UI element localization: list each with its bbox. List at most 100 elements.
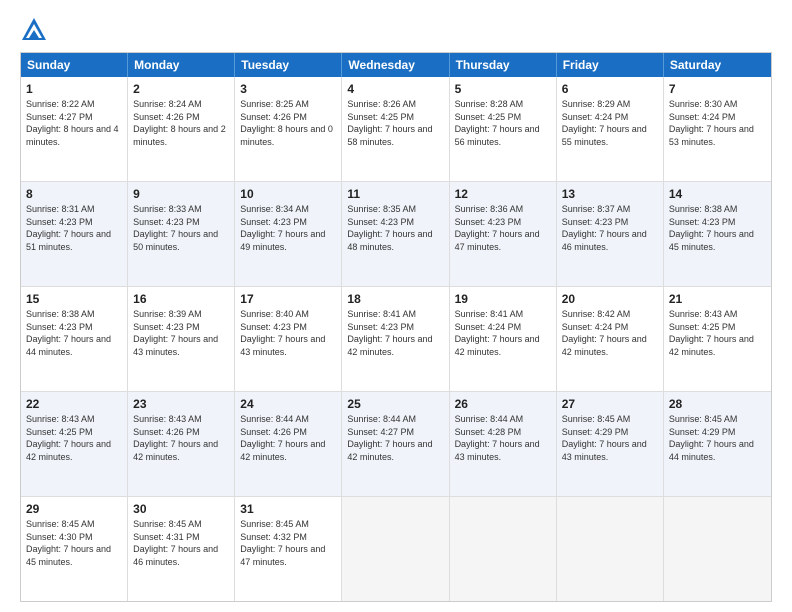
day-cell-21: 21Sunrise: 8:43 AM Sunset: 4:25 PM Dayli… — [664, 287, 771, 391]
day-number: 20 — [562, 291, 658, 307]
day-number: 12 — [455, 186, 551, 202]
header-day-thursday: Thursday — [450, 53, 557, 77]
day-info: Sunrise: 8:38 AM Sunset: 4:23 PM Dayligh… — [26, 308, 122, 358]
day-cell-26: 26Sunrise: 8:44 AM Sunset: 4:28 PM Dayli… — [450, 392, 557, 496]
day-number: 14 — [669, 186, 766, 202]
header — [20, 16, 772, 44]
day-number: 26 — [455, 396, 551, 412]
day-cell-25: 25Sunrise: 8:44 AM Sunset: 4:27 PM Dayli… — [342, 392, 449, 496]
header-day-saturday: Saturday — [664, 53, 771, 77]
day-info: Sunrise: 8:45 AM Sunset: 4:31 PM Dayligh… — [133, 518, 229, 568]
day-cell-27: 27Sunrise: 8:45 AM Sunset: 4:29 PM Dayli… — [557, 392, 664, 496]
day-info: Sunrise: 8:34 AM Sunset: 4:23 PM Dayligh… — [240, 203, 336, 253]
day-number: 22 — [26, 396, 122, 412]
calendar-body: 1Sunrise: 8:22 AM Sunset: 4:27 PM Daylig… — [21, 77, 771, 601]
day-cell-6: 6Sunrise: 8:29 AM Sunset: 4:24 PM Daylig… — [557, 77, 664, 181]
day-cell-17: 17Sunrise: 8:40 AM Sunset: 4:23 PM Dayli… — [235, 287, 342, 391]
day-cell-2: 2Sunrise: 8:24 AM Sunset: 4:26 PM Daylig… — [128, 77, 235, 181]
day-info: Sunrise: 8:45 AM Sunset: 4:29 PM Dayligh… — [669, 413, 766, 463]
logo — [20, 16, 52, 44]
day-info: Sunrise: 8:35 AM Sunset: 4:23 PM Dayligh… — [347, 203, 443, 253]
day-number: 23 — [133, 396, 229, 412]
day-number: 3 — [240, 81, 336, 97]
calendar-row-4: 22Sunrise: 8:43 AM Sunset: 4:25 PM Dayli… — [21, 392, 771, 497]
day-info: Sunrise: 8:36 AM Sunset: 4:23 PM Dayligh… — [455, 203, 551, 253]
day-number: 18 — [347, 291, 443, 307]
day-cell-15: 15Sunrise: 8:38 AM Sunset: 4:23 PM Dayli… — [21, 287, 128, 391]
empty-cell — [342, 497, 449, 601]
day-cell-31: 31Sunrise: 8:45 AM Sunset: 4:32 PM Dayli… — [235, 497, 342, 601]
day-number: 2 — [133, 81, 229, 97]
day-number: 11 — [347, 186, 443, 202]
day-cell-11: 11Sunrise: 8:35 AM Sunset: 4:23 PM Dayli… — [342, 182, 449, 286]
day-number: 16 — [133, 291, 229, 307]
day-info: Sunrise: 8:26 AM Sunset: 4:25 PM Dayligh… — [347, 98, 443, 148]
day-number: 9 — [133, 186, 229, 202]
day-info: Sunrise: 8:33 AM Sunset: 4:23 PM Dayligh… — [133, 203, 229, 253]
day-info: Sunrise: 8:44 AM Sunset: 4:28 PM Dayligh… — [455, 413, 551, 463]
day-info: Sunrise: 8:30 AM Sunset: 4:24 PM Dayligh… — [669, 98, 766, 148]
day-number: 10 — [240, 186, 336, 202]
header-day-monday: Monday — [128, 53, 235, 77]
day-number: 7 — [669, 81, 766, 97]
header-day-tuesday: Tuesday — [235, 53, 342, 77]
day-cell-14: 14Sunrise: 8:38 AM Sunset: 4:23 PM Dayli… — [664, 182, 771, 286]
day-cell-23: 23Sunrise: 8:43 AM Sunset: 4:26 PM Dayli… — [128, 392, 235, 496]
day-cell-7: 7Sunrise: 8:30 AM Sunset: 4:24 PM Daylig… — [664, 77, 771, 181]
day-cell-16: 16Sunrise: 8:39 AM Sunset: 4:23 PM Dayli… — [128, 287, 235, 391]
day-cell-10: 10Sunrise: 8:34 AM Sunset: 4:23 PM Dayli… — [235, 182, 342, 286]
day-info: Sunrise: 8:41 AM Sunset: 4:24 PM Dayligh… — [455, 308, 551, 358]
day-cell-22: 22Sunrise: 8:43 AM Sunset: 4:25 PM Dayli… — [21, 392, 128, 496]
day-number: 28 — [669, 396, 766, 412]
day-cell-18: 18Sunrise: 8:41 AM Sunset: 4:23 PM Dayli… — [342, 287, 449, 391]
logo-icon — [20, 16, 48, 44]
day-number: 6 — [562, 81, 658, 97]
day-info: Sunrise: 8:44 AM Sunset: 4:26 PM Dayligh… — [240, 413, 336, 463]
day-number: 8 — [26, 186, 122, 202]
day-number: 24 — [240, 396, 336, 412]
day-number: 1 — [26, 81, 122, 97]
day-number: 19 — [455, 291, 551, 307]
day-number: 25 — [347, 396, 443, 412]
calendar-row-5: 29Sunrise: 8:45 AM Sunset: 4:30 PM Dayli… — [21, 497, 771, 601]
day-cell-24: 24Sunrise: 8:44 AM Sunset: 4:26 PM Dayli… — [235, 392, 342, 496]
day-info: Sunrise: 8:37 AM Sunset: 4:23 PM Dayligh… — [562, 203, 658, 253]
day-cell-28: 28Sunrise: 8:45 AM Sunset: 4:29 PM Dayli… — [664, 392, 771, 496]
calendar-row-1: 1Sunrise: 8:22 AM Sunset: 4:27 PM Daylig… — [21, 77, 771, 182]
day-info: Sunrise: 8:29 AM Sunset: 4:24 PM Dayligh… — [562, 98, 658, 148]
day-info: Sunrise: 8:25 AM Sunset: 4:26 PM Dayligh… — [240, 98, 336, 148]
day-cell-19: 19Sunrise: 8:41 AM Sunset: 4:24 PM Dayli… — [450, 287, 557, 391]
empty-cell — [557, 497, 664, 601]
day-info: Sunrise: 8:41 AM Sunset: 4:23 PM Dayligh… — [347, 308, 443, 358]
day-number: 21 — [669, 291, 766, 307]
day-number: 15 — [26, 291, 122, 307]
day-number: 29 — [26, 501, 122, 517]
day-number: 27 — [562, 396, 658, 412]
day-cell-12: 12Sunrise: 8:36 AM Sunset: 4:23 PM Dayli… — [450, 182, 557, 286]
day-number: 5 — [455, 81, 551, 97]
day-info: Sunrise: 8:31 AM Sunset: 4:23 PM Dayligh… — [26, 203, 122, 253]
day-cell-29: 29Sunrise: 8:45 AM Sunset: 4:30 PM Dayli… — [21, 497, 128, 601]
calendar-header: SundayMondayTuesdayWednesdayThursdayFrid… — [21, 53, 771, 77]
day-info: Sunrise: 8:44 AM Sunset: 4:27 PM Dayligh… — [347, 413, 443, 463]
day-info: Sunrise: 8:45 AM Sunset: 4:32 PM Dayligh… — [240, 518, 336, 568]
day-info: Sunrise: 8:38 AM Sunset: 4:23 PM Dayligh… — [669, 203, 766, 253]
day-info: Sunrise: 8:45 AM Sunset: 4:30 PM Dayligh… — [26, 518, 122, 568]
day-cell-13: 13Sunrise: 8:37 AM Sunset: 4:23 PM Dayli… — [557, 182, 664, 286]
empty-cell — [450, 497, 557, 601]
day-cell-5: 5Sunrise: 8:28 AM Sunset: 4:25 PM Daylig… — [450, 77, 557, 181]
header-day-friday: Friday — [557, 53, 664, 77]
day-cell-1: 1Sunrise: 8:22 AM Sunset: 4:27 PM Daylig… — [21, 77, 128, 181]
day-number: 13 — [562, 186, 658, 202]
day-number: 4 — [347, 81, 443, 97]
calendar-row-3: 15Sunrise: 8:38 AM Sunset: 4:23 PM Dayli… — [21, 287, 771, 392]
day-info: Sunrise: 8:40 AM Sunset: 4:23 PM Dayligh… — [240, 308, 336, 358]
day-number: 17 — [240, 291, 336, 307]
header-day-wednesday: Wednesday — [342, 53, 449, 77]
day-cell-8: 8Sunrise: 8:31 AM Sunset: 4:23 PM Daylig… — [21, 182, 128, 286]
day-info: Sunrise: 8:39 AM Sunset: 4:23 PM Dayligh… — [133, 308, 229, 358]
day-number: 30 — [133, 501, 229, 517]
day-info: Sunrise: 8:45 AM Sunset: 4:29 PM Dayligh… — [562, 413, 658, 463]
empty-cell — [664, 497, 771, 601]
day-cell-4: 4Sunrise: 8:26 AM Sunset: 4:25 PM Daylig… — [342, 77, 449, 181]
